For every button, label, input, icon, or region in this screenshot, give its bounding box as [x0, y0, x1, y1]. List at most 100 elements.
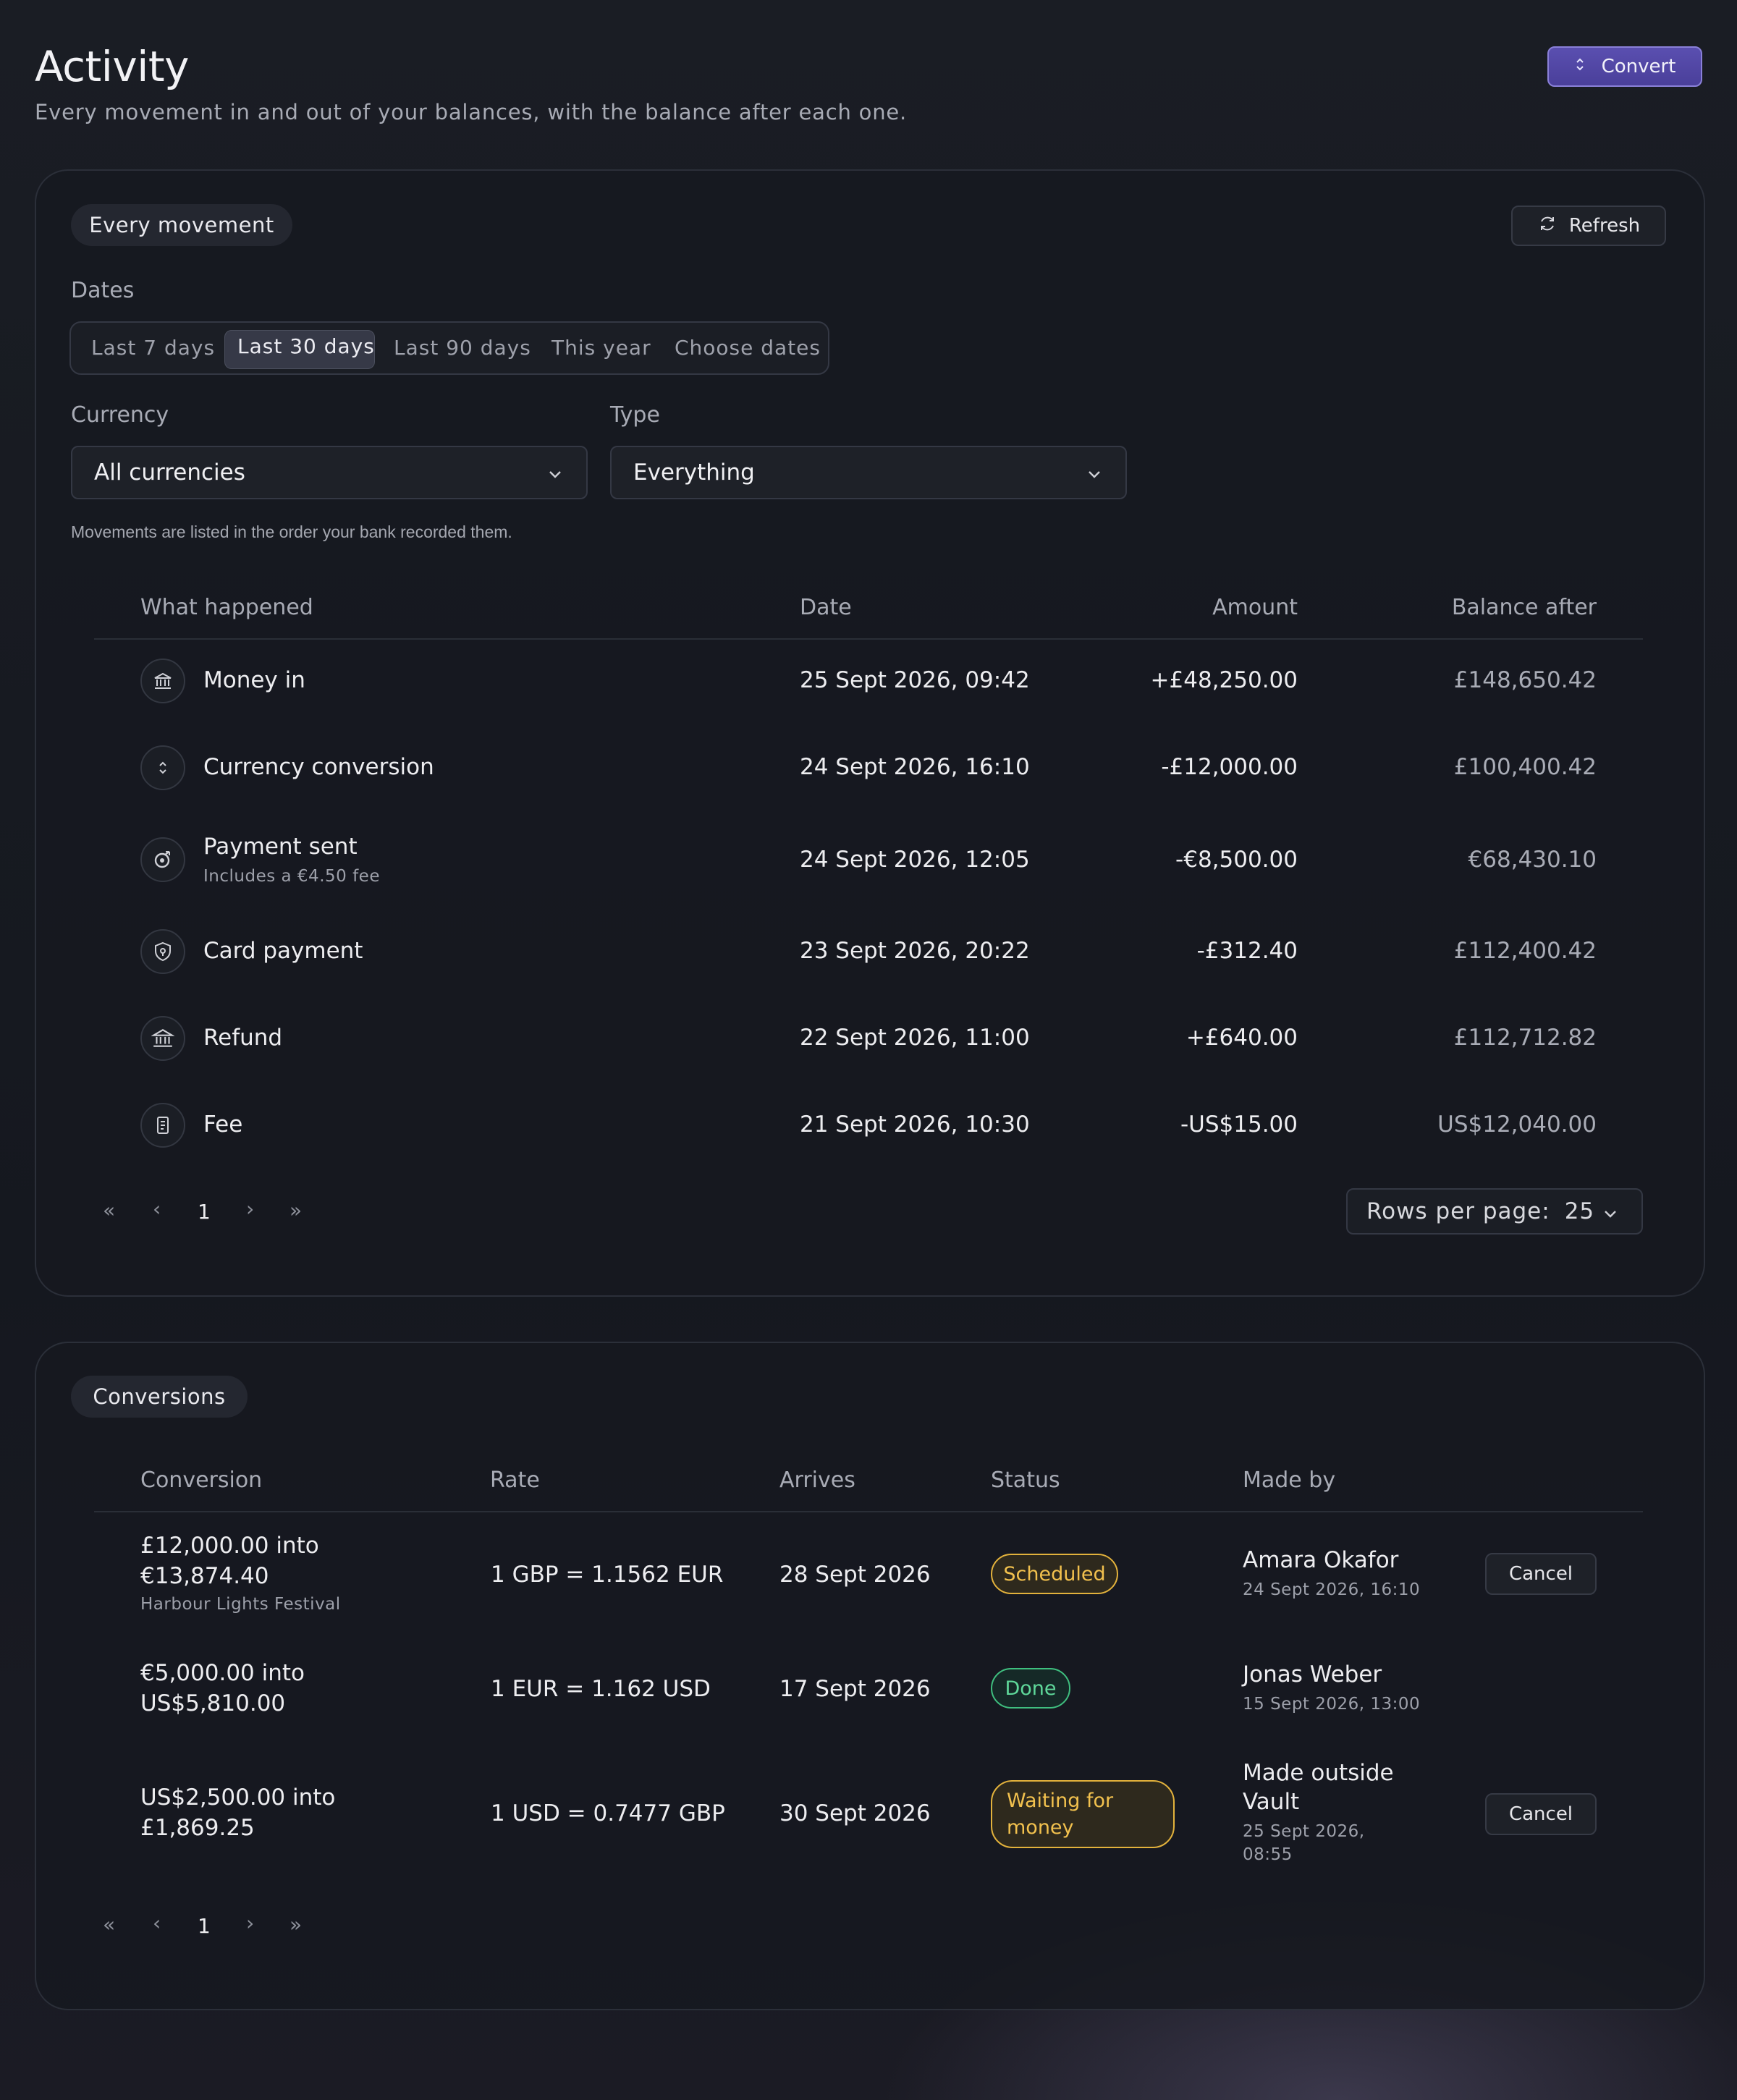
row-date: 22 Sept 2026, 11:00 [800, 1025, 1030, 1051]
row-amount: -£312.40 [1196, 938, 1298, 964]
conversion-from: £12,000.00 into [140, 1533, 319, 1559]
conversion-to: US$5,810.00 [140, 1690, 286, 1716]
last-page-button[interactable]: » [290, 1198, 302, 1222]
movements-title: Every movement [71, 204, 292, 246]
col-arrives: Arrives [779, 1468, 855, 1493]
currency-value: All currencies [94, 460, 245, 486]
rows-per-page-label: Rows per page: [1366, 1198, 1550, 1224]
prev-page-button[interactable]: ‹ [153, 1197, 161, 1221]
conversion-arrives: 17 Sept 2026 [779, 1676, 931, 1702]
row-amount: -€8,500.00 [1175, 847, 1298, 873]
made-by-name-line-2: Vault [1243, 1789, 1300, 1815]
col-what-happened: What happened [140, 595, 313, 620]
page-title: Activity [35, 42, 189, 91]
prev-page-button[interactable]: ‹ [153, 1911, 161, 1935]
range-choose-dates[interactable]: Choose dates [675, 336, 821, 360]
made-by-time-line-2: 08:55 [1243, 1845, 1293, 1864]
page-subtitle: Every movement in and out of your balanc… [35, 100, 908, 124]
range-last-7-days[interactable]: Last 7 days [91, 336, 215, 360]
status-badge: Scheduled [991, 1554, 1118, 1594]
convert-icon [1574, 56, 1586, 78]
made-by-time-line-1: 25 Sept 2026, [1243, 1822, 1365, 1841]
conversions-title: Conversions [71, 1376, 248, 1418]
row-balance: US$12,040.00 [1437, 1112, 1597, 1138]
table-divider [94, 638, 1643, 640]
type-value: Everything [633, 460, 755, 486]
first-page-button[interactable]: « [103, 1913, 115, 1936]
next-page-button[interactable]: › [246, 1911, 254, 1935]
order-note: Movements are listed in the order your b… [71, 522, 512, 541]
receipt-icon [140, 1103, 185, 1148]
rows-per-page-value: 25 [1564, 1198, 1595, 1224]
range-this-year[interactable]: This year [551, 336, 651, 360]
chevron-down-icon [1601, 1203, 1620, 1229]
card-shield-icon [140, 929, 185, 974]
row-balance: £148,650.42 [1453, 667, 1597, 693]
conversion-rate: 1 USD = 0.7477 GBP [491, 1800, 725, 1826]
made-by-time: 24 Sept 2026, 16:10 [1243, 1580, 1421, 1599]
conversion-arrives: 30 Sept 2026 [779, 1800, 931, 1826]
conversion-rate: 1 EUR = 1.162 USD [491, 1676, 711, 1702]
row-balance: £112,400.42 [1453, 938, 1597, 964]
last-page-button[interactable]: » [290, 1913, 302, 1936]
col-made-by: Made by [1243, 1468, 1336, 1493]
col-conversion: Conversion [140, 1468, 263, 1493]
row-date: 24 Sept 2026, 12:05 [800, 847, 1030, 873]
range-last-90-days[interactable]: Last 90 days [394, 336, 531, 360]
convert-icon [140, 745, 185, 790]
conversion-rate: 1 GBP = 1.1562 EUR [491, 1562, 724, 1588]
conversion-note: Harbour Lights Festival [140, 1595, 341, 1614]
row-date: 23 Sept 2026, 20:22 [800, 938, 1030, 964]
conversion-to: €13,874.40 [140, 1563, 269, 1589]
col-balance-after: Balance after [1451, 595, 1597, 620]
row-what: Fee [203, 1112, 243, 1138]
status-badge: Done [991, 1668, 1070, 1709]
currency-label: Currency [71, 402, 169, 428]
type-select[interactable]: Everything [610, 446, 1127, 499]
next-page-button[interactable]: › [246, 1197, 254, 1221]
convert-label: Convert [1601, 56, 1676, 77]
row-amount: +£48,250.00 [1150, 667, 1298, 693]
made-by-time: 15 Sept 2026, 13:00 [1243, 1695, 1421, 1714]
row-balance: £112,712.82 [1453, 1025, 1597, 1051]
range-last-30-days[interactable]: Last 30 days [237, 334, 375, 358]
conversion-from: €5,000.00 into [140, 1660, 305, 1686]
current-page[interactable]: 1 [198, 1200, 211, 1224]
row-detail: Includes a €4.50 fee [203, 867, 380, 886]
currency-select[interactable]: All currencies [71, 446, 588, 499]
status-badge: Waiting for money [991, 1780, 1175, 1848]
row-date: 24 Sept 2026, 16:10 [800, 754, 1030, 780]
row-balance: €68,430.10 [1468, 847, 1597, 873]
row-amount: -US$15.00 [1180, 1112, 1298, 1138]
made-by-name-line-1: Made outside [1243, 1760, 1394, 1786]
col-status: Status [991, 1468, 1060, 1493]
refresh-button[interactable]: Refresh [1511, 206, 1666, 246]
refresh-icon [1537, 213, 1558, 239]
refresh-label: Refresh [1568, 215, 1641, 237]
row-date: 21 Sept 2026, 10:30 [800, 1112, 1030, 1138]
chevron-down-icon [1085, 463, 1104, 489]
made-by-name: Jonas Weber [1243, 1661, 1382, 1688]
cancel-button[interactable]: Cancel [1485, 1793, 1597, 1835]
row-date: 25 Sept 2026, 09:42 [800, 667, 1030, 693]
status-line-1: Waiting for [1007, 1790, 1114, 1812]
table-divider [94, 1511, 1643, 1512]
row-balance: £100,400.42 [1453, 754, 1597, 780]
cancel-button[interactable]: Cancel [1485, 1553, 1597, 1595]
conversion-from: US$2,500.00 into [140, 1784, 336, 1811]
row-amount: -£12,000.00 [1161, 754, 1298, 780]
send-icon [140, 837, 185, 882]
bank-icon [140, 1016, 185, 1061]
rows-per-page-select[interactable]: Rows per page: 25 [1346, 1188, 1643, 1235]
current-page[interactable]: 1 [198, 1914, 211, 1938]
date-range-segmented: Last 7 days Last 30 days Last 90 days Th… [69, 321, 829, 375]
dates-label: Dates [71, 278, 135, 303]
chevron-down-icon [546, 463, 565, 489]
first-page-button[interactable]: « [103, 1198, 115, 1222]
col-date: Date [800, 595, 852, 620]
row-what: Card payment [203, 938, 363, 964]
type-label: Type [610, 402, 660, 428]
row-what: Currency conversion [203, 754, 434, 780]
row-what: Payment sent [203, 834, 358, 860]
convert-button[interactable]: Convert [1547, 46, 1702, 87]
